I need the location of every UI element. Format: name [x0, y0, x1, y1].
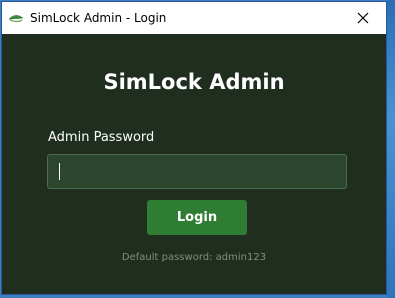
page-title: SimLock Admin — [103, 70, 285, 94]
window-title: SimLock Admin - Login — [30, 11, 167, 25]
desktop-background — [387, 0, 395, 298]
login-window: SimLock Admin - Login SimLock Admin Admi… — [1, 1, 387, 295]
close-button[interactable] — [340, 2, 386, 34]
login-button[interactable]: Login — [147, 200, 247, 235]
text-cursor — [59, 163, 60, 180]
title-bar[interactable]: SimLock Admin - Login — [2, 2, 386, 34]
leaf-icon — [8, 10, 24, 26]
password-label: Admin Password — [48, 130, 155, 145]
password-field[interactable] — [47, 154, 347, 189]
close-icon — [357, 9, 369, 28]
login-form: SimLock Admin Admin Password Login Defau… — [2, 34, 386, 294]
default-password-hint: Default password: admin123 — [121, 252, 267, 263]
